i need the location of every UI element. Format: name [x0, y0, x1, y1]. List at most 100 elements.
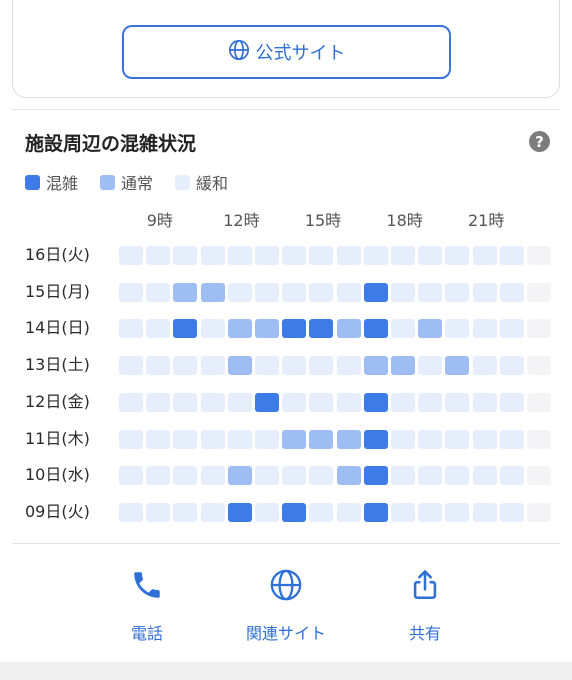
heatmap-cell: [200, 429, 225, 449]
heatmap-cell: [499, 502, 524, 522]
heatmap-cell: [336, 246, 361, 265]
heatmap-cell: [309, 392, 334, 412]
heatmap-cell: [391, 282, 415, 302]
heatmap-cell: [309, 429, 334, 449]
heatmap-cell: [472, 356, 497, 376]
heatmap-cell: [418, 356, 443, 376]
heatmap-cell: [336, 429, 361, 449]
heatmap-cell: [200, 502, 225, 522]
heatmap-cell: [173, 356, 198, 376]
heatmap-cell: [146, 282, 171, 302]
heatmap-cell: [499, 246, 524, 265]
heatmap-cell: [255, 466, 279, 486]
share-icon: [408, 568, 442, 620]
divider: [12, 109, 560, 110]
heatmap-cell: [445, 246, 470, 265]
heatmap-cell: [336, 466, 361, 486]
heatmap-cell: [173, 319, 198, 339]
heatmap-cell: [472, 502, 497, 522]
heatmap-cell: [336, 356, 361, 376]
heatmap-cell: [282, 392, 307, 412]
heatmap-cell: [309, 502, 334, 522]
heatmap-cell: [527, 246, 551, 265]
heatmap-cell: [255, 282, 279, 302]
heatmap-cell: [282, 356, 307, 376]
heatmap-cell: [445, 392, 470, 412]
heatmap-cell: [255, 356, 279, 376]
hour-label: 9時: [146, 211, 173, 230]
heatmap-cell: [391, 319, 415, 339]
call-button[interactable]: 電話: [130, 568, 164, 644]
heatmap-cell: [418, 319, 443, 339]
heatmap-cell: [472, 392, 497, 412]
heatmap-cell: [445, 466, 470, 486]
heatmap-cell: [119, 392, 143, 412]
heatmap-cell: [282, 502, 307, 522]
day-label: 15日(月): [25, 281, 90, 301]
heatmap-cell: [445, 282, 470, 302]
hour-label: 15時: [304, 211, 342, 230]
heatmap-cell: [227, 282, 252, 302]
official-site-button[interactable]: 公式サイト: [122, 25, 451, 79]
heatmap-cell: [499, 319, 524, 339]
heatmap-cell: [499, 392, 524, 412]
section-title: 施設周辺の混雑状況: [25, 133, 197, 155]
heatmap-cell: [418, 502, 443, 522]
share-label: 共有: [408, 624, 441, 643]
heatmap-cell: [336, 392, 361, 412]
legend-item-crowded: 混雑: [25, 170, 78, 194]
heatmap-cell: [146, 319, 171, 339]
heatmap-cell: [119, 466, 143, 486]
heatmap-cell: [418, 392, 443, 412]
heatmap-cell: [391, 246, 415, 265]
heatmap-cell: [282, 429, 307, 449]
share-button[interactable]: 共有: [408, 568, 442, 644]
heatmap-cell: [227, 246, 252, 265]
legend-label: 通常: [121, 174, 154, 193]
heatmap-cell: [418, 246, 443, 265]
day-label: 09日(火): [25, 501, 90, 521]
heatmap-cell: [282, 246, 307, 265]
heatmap-cell: [445, 356, 470, 376]
heatmap-cell: [472, 466, 497, 486]
heatmap-cell: [255, 246, 279, 265]
heatmap-cell: [255, 502, 279, 522]
heatmap-cell: [146, 502, 171, 522]
heatmap-cell: [227, 466, 252, 486]
legend-item-light: 緩和: [175, 170, 228, 194]
heatmap-cell: [227, 502, 252, 522]
related-site-label: 関連サイト: [245, 624, 327, 643]
heatmap-cell: [472, 319, 497, 339]
heatmap-cell: [119, 282, 143, 302]
heatmap-cell: [227, 356, 252, 376]
heatmap-cell: [119, 356, 143, 376]
heatmap-cell: [472, 246, 497, 265]
call-label: 電話: [130, 624, 163, 643]
heatmap-cell: [227, 319, 252, 339]
heatmap-cell: [309, 319, 334, 339]
heatmap-cell: [363, 466, 388, 486]
phone-icon: [130, 568, 164, 620]
heatmap-cell: [119, 502, 143, 522]
heatmap-cell: [472, 282, 497, 302]
divider: [12, 543, 560, 544]
day-label: 16日(火): [25, 245, 90, 264]
day-label: 10日(水): [25, 465, 90, 485]
heatmap-cell: [527, 356, 551, 376]
globe-icon: [228, 39, 250, 66]
heatmap-cell: [227, 392, 252, 412]
heatmap-cell: [391, 356, 415, 376]
official-site-label: 公式サイト: [255, 43, 346, 64]
heatmap-cell: [363, 246, 388, 265]
heatmap-cell: [363, 392, 388, 412]
heatmap-cell: [200, 319, 225, 339]
heatmap-cell: [173, 392, 198, 412]
heatmap-cell: [445, 429, 470, 449]
heatmap-cell: [309, 356, 334, 376]
heatmap-cell: [119, 319, 143, 339]
heatmap-cell: [282, 282, 307, 302]
heatmap-cell: [200, 246, 225, 265]
related-site-button[interactable]: 関連サイト: [246, 568, 326, 644]
help-icon[interactable]: ?: [529, 131, 550, 152]
heatmap-cell: [391, 392, 415, 412]
